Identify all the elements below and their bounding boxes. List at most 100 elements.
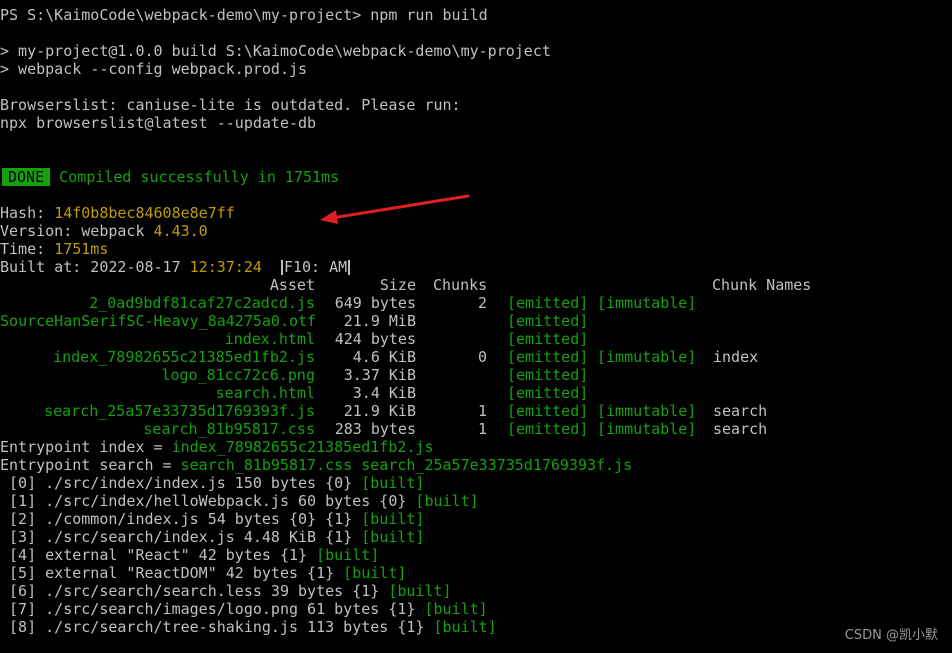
module-built-tag: [built] [388,582,452,600]
module-text: [7] ./src/search/images/logo.png 61 byte… [0,600,425,618]
asset-row: 2_0ad9bdf81caf27c2adcd.js 649 bytes 2 [emit… [0,294,952,312]
module-list: [0] ./src/index/index.js 150 bytes {0} [… [0,474,952,636]
version-label: Version: webpack [0,222,154,240]
time-line: Time: 1751ms [0,240,952,258]
asset-chunk-name: index [713,348,759,366]
hash-label: Hash: [0,204,55,222]
asset-emitted: [emitted] [507,312,589,330]
entrypoint-line: Entrypoint search = search_81b95817.css … [0,456,952,474]
done-message: Compiled successfully in 1751ms [59,168,340,186]
asset-emitted: [emitted] [507,366,589,384]
header-chunk-names: Chunk Names [712,276,812,294]
asset-immutable: [immutable] [597,420,697,438]
version-value: 4.43.0 [153,222,208,240]
asset-name: search_25a57e33735d1769393f.js [44,402,315,420]
module-text: [2] ./common/index.js 54 bytes {0} {1} [0,510,362,528]
asset-size: 4.6 KiB [352,348,416,366]
module-line: [1] ./src/index/helloWebpack.js 60 bytes… [0,492,952,510]
script-line: > my-project@1.0.0 build S:\KaimoCode\we… [0,42,551,60]
asset-name: logo_81cc72c6.png [161,366,315,384]
asset-row: index.html 424 bytes [emitted] [0,330,952,348]
built-at-label: Built at: 2022-08-17 [0,258,190,276]
module-line: [3] ./src/search/index.js 4.48 KiB {1} [… [0,528,952,546]
ime-indicator: F10: AM [283,258,348,276]
asset-size: 21.9 MiB [343,312,416,330]
asset-emitted: [emitted] [507,384,589,402]
asset-chunks: 0 [477,348,487,366]
module-built-tag: [built] [316,546,380,564]
asset-size: 283 bytes [334,420,416,438]
command-text: npm run build [370,6,488,24]
module-text: [6] ./src/search/search.less 39 bytes {1… [0,582,389,600]
built-at-line: Built at: 2022-08-17 12:37:24 F10: AM [0,258,952,276]
asset-immutable: [immutable] [597,294,697,312]
entrypoint-label: Entrypoint search = [0,456,181,474]
module-built-tag: [built] [361,474,425,492]
header-chunks: Chunks [433,276,488,294]
header-asset: Asset [269,276,315,294]
shell-prompt: PS S:\KaimoCode\webpack-demo\my-project> [0,6,371,24]
entrypoint-line: Entrypoint index = index_78982655c21385e… [0,438,952,456]
asset-row: search_25a57e33735d1769393f.js 21.9 KiB 1 [… [0,402,952,420]
asset-table: 2_0ad9bdf81caf27c2adcd.js 649 bytes 2 [emit… [0,294,952,438]
asset-name: 2_0ad9bdf81caf27c2adcd.js [89,294,315,312]
asset-chunks: 2 [477,294,487,312]
module-text: [8] ./src/search/tree-shaking.js 113 byt… [0,618,434,636]
asset-emitted: [emitted] [507,420,589,438]
asset-row: logo_81cc72c6.png 3.37 KiB [emitted] [0,366,952,384]
asset-row: search.html 3.4 KiB [emitted] [0,384,952,402]
asset-size: 3.37 KiB [343,366,416,384]
asset-chunk-name: search [713,402,768,420]
module-line: [4] external "React" 42 bytes {1} [built… [0,546,952,564]
asset-chunks: 1 [477,402,487,420]
module-built-tag: [built] [433,618,497,636]
script-line: > webpack --config webpack.prod.js [0,60,308,78]
asset-emitted: [emitted] [507,294,589,312]
browserslist-warning: Browserslist: caniuse-lite is outdated. … [0,96,461,114]
csdn-watermark: CSDN @凯小默 [844,628,938,643]
module-built-tag: [built] [361,510,425,528]
module-text: [0] ./src/index/index.js 150 bytes {0} [0,474,362,492]
asset-immutable: [immutable] [597,348,697,366]
module-line: [5] external "ReactDOM" 42 bytes {1} [bu… [0,564,952,582]
asset-name: index_78982655c21385ed1fb2.js [53,348,315,366]
asset-name: index.html [224,330,315,348]
asset-size: 424 bytes [334,330,416,348]
red-arrow-annotation [320,194,470,224]
asset-size: 21.9 KiB [343,402,416,420]
header-size: Size [379,276,416,294]
text-cursor [280,260,283,275]
browserslist-command: npx browserslist@latest --update-db [0,114,317,132]
entrypoint-files: search_81b95817.css search_25a57e33735d1… [180,456,633,474]
asset-size: 3.4 KiB [352,384,416,402]
module-text: [5] external "ReactDOM" 42 bytes {1} [0,564,344,582]
ime-cursor [348,260,351,275]
module-text: [3] ./src/search/index.js 4.48 KiB {1} [0,528,362,546]
asset-table-header: Asset Size Chunks Chunk Names [0,276,952,294]
asset-row: index_78982655c21385ed1fb2.js 4.6 KiB 0 [em… [0,348,952,366]
module-text: [4] external "React" 42 bytes {1} [0,546,317,564]
time-label: Time: [0,240,55,258]
module-line: [8] ./src/search/tree-shaking.js 113 byt… [0,618,952,636]
module-text: [1] ./src/index/helloWebpack.js 60 bytes… [0,492,416,510]
entrypoint-files: index_78982655c21385ed1fb2.js [171,438,434,456]
asset-name: search.html [215,384,315,402]
terminal-window[interactable]: PS S:\KaimoCode\webpack-demo\my-project>… [0,6,952,636]
module-built-tag: [built] [415,492,479,510]
asset-name: search_81b95817.css [143,420,315,438]
asset-emitted: [emitted] [507,348,589,366]
asset-emitted: [emitted] [507,402,589,420]
asset-row: search_81b95817.css 283 bytes 1 [emitted] [i… [0,420,952,438]
asset-immutable: [immutable] [597,402,697,420]
done-line: DONE Compiled successfully in 1751ms [0,168,952,186]
done-badge: DONE [2,168,51,186]
module-line: [7] ./src/search/images/logo.png 61 byte… [0,600,952,618]
asset-row: SourceHanSerifSC-Heavy_8a4275a0.otf 21.9 … [0,312,952,330]
module-built-tag: [built] [424,600,488,618]
asset-size: 649 bytes [334,294,416,312]
asset-name: SourceHanSerifSC-Heavy_8a4275a0.otf [0,312,317,330]
module-line: [6] ./src/search/search.less 39 bytes {1… [0,582,952,600]
